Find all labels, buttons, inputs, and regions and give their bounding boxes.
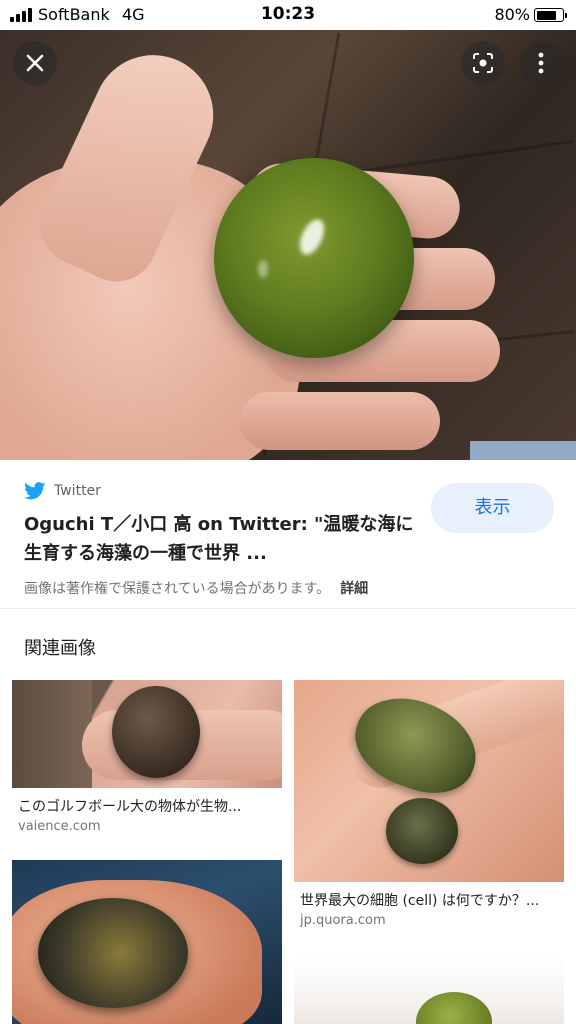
battery-icon [534, 8, 567, 22]
related-image-thumbnail[interactable] [12, 680, 282, 788]
copyright-notice: 画像は著作権で保護されている場合があります。 詳細 [24, 578, 368, 598]
status-bar: SoftBank 4G 10:23 80% [0, 0, 576, 30]
related-image-caption: 世界最大の細胞 (cell) は何ですか？... [300, 893, 540, 909]
related-image-card[interactable] [294, 956, 564, 1024]
details-link[interactable]: 詳細 [340, 581, 368, 597]
close-button[interactable] [13, 41, 57, 85]
related-image-card[interactable] [12, 860, 282, 1024]
valonia-orb [214, 158, 414, 358]
source-site[interactable]: Twitter [24, 480, 101, 502]
source-site-name: Twitter [54, 483, 101, 499]
twitter-bird-icon [24, 482, 46, 500]
preview-image[interactable] [0, 30, 576, 460]
related-image-thumbnail[interactable] [294, 956, 564, 1024]
related-image-card[interactable]: このゴルフボール大の物体が生物... vaience.com [12, 680, 282, 840]
related-image-thumbnail[interactable] [294, 680, 564, 882]
image-watermark [470, 441, 576, 460]
divider [0, 608, 576, 609]
google-lens-button[interactable] [461, 41, 505, 85]
battery-percent: 80% [494, 5, 530, 24]
view-button[interactable]: 表示 [431, 483, 554, 533]
related-image-card[interactable]: 世界最大の細胞 (cell) は何ですか？... jp.quora.com [294, 680, 564, 936]
related-images-heading: 関連画像 [24, 638, 96, 659]
finger-illustration [240, 392, 440, 450]
related-image-thumbnail[interactable] [12, 860, 282, 1024]
google-lens-icon [473, 53, 493, 73]
clock: 10:23 [260, 4, 316, 24]
result-title[interactable]: Oguchi T／小口 高 on Twitter: "温暖な海に生育する海藻の一… [24, 510, 424, 568]
related-image-domain: jp.quora.com [300, 913, 386, 928]
more-options-button[interactable] [519, 41, 563, 85]
related-image-domain: vaience.com [18, 819, 101, 834]
more-vert-icon [538, 52, 544, 74]
related-image-caption: このゴルフボール大の物体が生物... [18, 799, 242, 815]
close-icon [26, 54, 44, 72]
copyright-text: 画像は著作権で保護されている場合があります。 [24, 581, 331, 597]
